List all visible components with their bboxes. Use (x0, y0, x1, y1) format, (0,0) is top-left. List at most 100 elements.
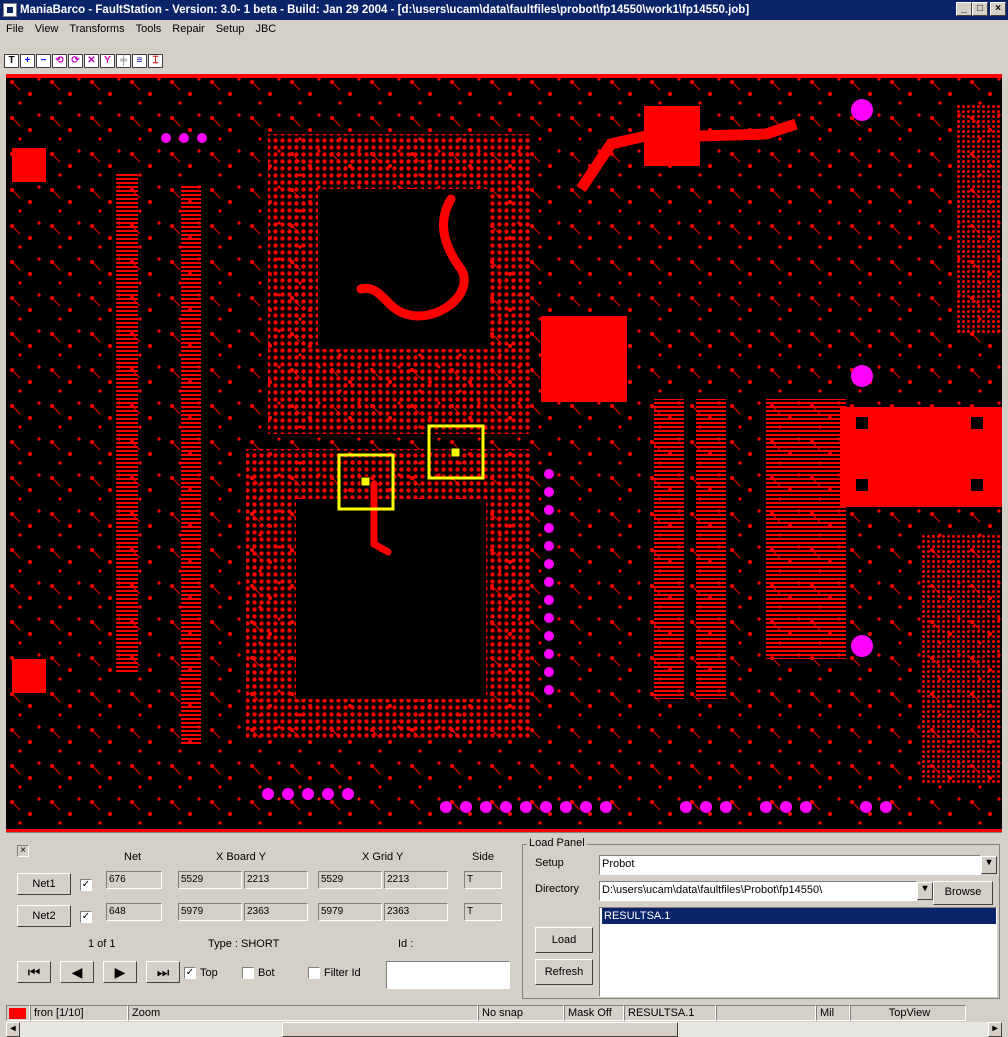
net1-board-y: 2213 (244, 871, 308, 889)
status-file: RESULTSA.1 (624, 1005, 716, 1021)
layers-icon[interactable]: ≡ (132, 54, 147, 68)
header-net: Net (124, 851, 142, 863)
bot-checkbox[interactable] (242, 967, 254, 979)
top-label: Top (200, 967, 218, 979)
net2-net: 648 (106, 903, 162, 921)
setup-label: Setup (535, 857, 564, 869)
header-grid: X Grid Y (362, 851, 404, 863)
connector-hole (856, 417, 868, 429)
status-mask: Mask Off (564, 1005, 624, 1021)
net2-board-y: 2363 (244, 903, 308, 921)
bga-right-bottom (921, 534, 1002, 784)
load-panel-title: Load Panel (527, 837, 587, 849)
large-pad (541, 316, 627, 402)
fault-counter: 1 of 1 (88, 938, 116, 950)
measure-icon[interactable]: ⌶ (148, 54, 163, 68)
refresh-button[interactable]: Refresh (535, 959, 593, 985)
net1-grid-x: 5529 (318, 871, 382, 889)
status-units: Mil (816, 1005, 850, 1021)
first-fault-button[interactable]: ⏮ (17, 961, 51, 983)
menu-view[interactable]: View (35, 23, 59, 35)
filter-id-label: Filter Id (324, 967, 361, 979)
pcb-canvas[interactable] (6, 74, 1002, 832)
ic-right-b-pins (696, 399, 726, 699)
prev-fault-button[interactable]: ◀ (60, 961, 94, 983)
window-title: ManiaBarco - FaultStation - Version: 3.0… (20, 4, 750, 16)
net2-checkbox[interactable]: ✓ (80, 911, 92, 923)
top-checkbox[interactable]: ✓ (184, 967, 196, 979)
status-bar: fron [1/10] Zoom No snap Mask Off RESULT… (6, 1004, 1002, 1022)
connector-hole (971, 417, 983, 429)
connector-left-a (116, 174, 138, 674)
layer-color-swatch (6, 1005, 30, 1021)
close-button[interactable]: × (990, 2, 1006, 16)
scroll-thumb[interactable] (282, 1022, 678, 1037)
menu-repair[interactable]: Repair (172, 23, 204, 35)
browse-button[interactable]: Browse (933, 881, 993, 905)
rotate-left-icon[interactable]: ⟲ (52, 54, 67, 68)
load-panel: Load Panel Setup Probot ▾ Directory D:\u… (522, 837, 1000, 999)
net2-side: T (464, 903, 502, 921)
fault-panel: × Net X Board Y X Grid Y Side Net1 ✓ 676… (6, 832, 1002, 999)
status-mode: Zoom (128, 1005, 478, 1021)
net2-grid-y: 2363 (384, 903, 448, 921)
last-fault-button[interactable]: ⏭ (146, 961, 180, 983)
menu-setup[interactable]: Setup (216, 23, 245, 35)
mounting-pad-bottom-left (12, 659, 46, 693)
next-fault-button[interactable]: ▶ (103, 961, 137, 983)
status-snap: No snap (478, 1005, 564, 1021)
directory-select[interactable]: D:\users\ucam\data\faultfiles\Probot\fp1… (599, 881, 917, 901)
add-tool-icon[interactable]: + (20, 54, 35, 68)
scroll-left-icon[interactable]: ◂ (6, 1022, 20, 1037)
results-file-item[interactable]: RESULTSA.1 (602, 908, 996, 924)
minus-tool-icon[interactable]: − (36, 54, 51, 68)
mirror-x-icon[interactable]: ✕ (84, 54, 99, 68)
maximize-button[interactable]: □ (972, 2, 988, 16)
pcb-layout[interactable] (6, 74, 1002, 832)
menu-bar: File View Transforms Tools Repair Setup … (0, 20, 1008, 38)
id-input[interactable] (386, 961, 510, 989)
filter-id-checkbox[interactable] (308, 967, 320, 979)
connector-hole (971, 479, 983, 491)
directory-dropdown-icon[interactable]: ▾ (917, 882, 933, 900)
scroll-right-icon[interactable]: ▸ (988, 1022, 1002, 1037)
fault-type: Type : SHORT (208, 938, 280, 950)
grid-icon[interactable]: ╪ (116, 54, 131, 68)
menu-tools[interactable]: Tools (136, 23, 162, 35)
net1-side: T (464, 871, 502, 889)
ic-right-a-pins (654, 399, 684, 699)
status-view: TopView (850, 1005, 966, 1021)
menu-jbc[interactable]: JBC (255, 23, 276, 35)
results-listbox[interactable]: RESULTSA.1 (599, 907, 997, 997)
mounting-pad-top-left (12, 148, 46, 182)
net1-checkbox[interactable]: ✓ (80, 879, 92, 891)
close-panel-icon[interactable]: × (17, 845, 29, 857)
status-layer: fron [1/10] (30, 1005, 128, 1021)
setup-select[interactable]: Probot (599, 855, 981, 875)
mirror-y-icon[interactable]: Y (100, 54, 115, 68)
text-tool-icon[interactable]: T (4, 54, 19, 68)
header-board: X Board Y (216, 851, 266, 863)
net2-button[interactable]: Net2 (17, 905, 71, 927)
fault-point-net1 (360, 476, 371, 487)
horizontal-scrollbar[interactable]: ◂ ▸ (6, 1022, 1002, 1037)
load-button[interactable]: Load (535, 927, 593, 953)
minimize-button[interactable]: _ (956, 2, 972, 16)
bot-label: Bot (258, 967, 275, 979)
bga-right-edge (956, 104, 1002, 334)
directory-label: Directory (535, 883, 580, 895)
net1-board-x: 5529 (178, 871, 242, 889)
app-icon[interactable] (3, 3, 17, 17)
ic-right-c-pins (766, 399, 806, 659)
id-label: Id : (398, 938, 414, 950)
net2-board-x: 5979 (178, 903, 242, 921)
net1-button[interactable]: Net1 (17, 873, 71, 895)
menu-transforms[interactable]: Transforms (69, 23, 124, 35)
setup-dropdown-icon[interactable]: ▾ (981, 856, 997, 874)
menu-file[interactable]: File (6, 23, 24, 35)
app-window: ManiaBarco - FaultStation - Version: 3.0… (0, 0, 1008, 1037)
net1-grid-y: 2213 (384, 871, 448, 889)
rotate-right-icon[interactable]: ⟳ (68, 54, 83, 68)
toolbar: T + − ⟲ ⟳ ✕ Y ╪ ≡ ⌶ (0, 38, 1008, 74)
connector-hole (856, 479, 868, 491)
